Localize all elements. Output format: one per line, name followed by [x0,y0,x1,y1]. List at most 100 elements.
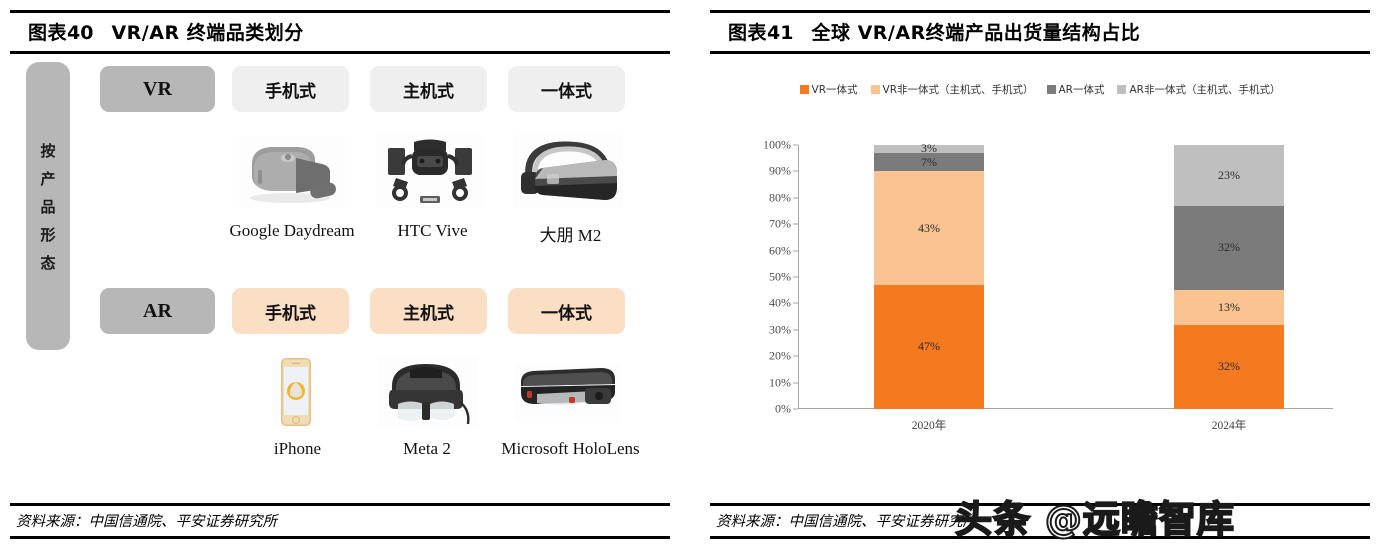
legend-swatch-1 [870,85,880,94]
y-tick-90: 90% [769,163,791,178]
bar-2020-seg-vr-tethered: 43% [874,171,984,285]
bar-2024-seg-vr-tethered: 13% [1174,290,1284,325]
chart-plot-area: 0% 10% 20% 30% 40% 50% 60% 70% 80% 90% 1… [763,138,1333,432]
bar-2024-seg-vr-standalone: 32% [1174,324,1284,409]
report-page: 图表40 VR/AR 终端品类划分 按 产 品 形 态 VR 手机式 主机式 一体… [0,0,1379,545]
bar-2020[interactable]: 47% 43% 7% 3% [874,141,984,409]
footer-rule-bottom [10,536,670,539]
legend-swatch-0 [799,85,809,94]
legend-item-0: VR一体式 [799,82,858,97]
vr-headset-daydream-icon [250,147,336,203]
figure-40-title: 图表40 VR/AR 终端品类划分 [10,13,670,51]
product-photo-google-daydream [238,136,346,208]
y-tick-60: 60% [769,243,791,258]
figure-40-header: 图表40 VR/AR 终端品类划分 [10,10,670,54]
figure-41-panel: 图表41 全球 VR/AR终端产品出货量结构占比 VR一体式 VR非一体式（主机式… [710,0,1370,545]
side-label-char-4: 态 [40,253,56,272]
y-tick-30: 30% [769,322,791,337]
legend-item-3: AR非一体式（主机式、手机式） [1117,82,1280,97]
side-label-char-0: 按 [40,141,56,160]
y-tick-80: 80% [769,190,791,205]
product-photo-htc-vive [376,134,484,208]
footer-rule-bottom-right [710,536,1370,539]
y-tick-mark-10 [793,382,798,384]
product-photo-meta-2 [378,356,478,428]
caption-microsoft-hololens: Microsoft HoloLens [501,439,640,458]
y-tick-40: 40% [769,295,791,310]
legend-item-1: VR非一体式（主机式、手机式） [870,82,1034,97]
y-tick-mark-40 [793,302,798,304]
legend-item-2: AR一体式 [1046,82,1105,97]
figure-40-source: 资料来源：中国信通院、平安证券研究所 [16,514,277,530]
y-tick-70: 70% [769,216,791,231]
vr-headset-vive-icon [388,139,472,203]
y-tick-10: 10% [769,375,791,390]
bar-2024-seg-ar-tethered: 23% [1174,145,1284,206]
y-tick-mark-30 [793,329,798,331]
y-tick-20: 20% [769,348,791,363]
product-photo-microsoft-hololens [515,364,620,422]
chip-ar-phone-based: 手机式 [232,288,349,334]
y-tick-mark-0 [793,408,798,410]
y-tick-mark-70 [793,223,798,225]
y-tick-mark-20 [793,355,798,357]
ar-headset-hololens-icon [521,368,615,405]
y-tick-mark-80 [793,197,798,199]
vr-headset-dapeng-icon [521,141,617,200]
chip-vr-console-based: 主机式 [370,66,487,112]
caption-google-daydream: Google Daydream [229,221,355,240]
chart-legend: VR一体式 VR非一体式（主机式、手机式） AR一体式 AR非一体式（主机式、手… [710,82,1370,97]
product-category-table: 按 产 品 形 态 VR 手机式 主机式 一体式 Google Daydream… [10,56,670,478]
y-tick-mark-100 [793,144,798,146]
side-label-by-product-form: 按 产 品 形 态 [26,62,70,350]
chip-vr-standalone: 一体式 [508,66,625,112]
figure-41-title-text: 全球 VR/AR终端产品出货量结构占比 [811,22,1141,44]
caption-meta-2: Meta 2 [403,439,451,458]
product-photo-iphone [272,356,320,428]
legend-swatch-3 [1117,85,1127,94]
figure-40-number: 40 [67,22,94,44]
y-tick-mark-60 [793,250,798,252]
bar-2020-seg-vr-standalone: 47% [874,284,984,409]
caption-htc-vive: HTC Vive [397,221,468,240]
chip-vr-phone-based: 手机式 [232,66,349,112]
caption-iphone: iPhone [273,439,322,458]
y-tick-100: 100% [763,137,791,152]
y-tick-mark-50 [793,276,798,278]
ar-headset-meta2-icon [389,364,470,425]
y-tick-mark-90 [793,170,798,172]
shipment-structure-chart: VR一体式 VR非一体式（主机式、手机式） AR一体式 AR非一体式（主机式、手… [710,56,1370,476]
figure-40-title-text: VR/AR 终端品类划分 [111,22,304,44]
figure-40-footer: 资料来源：中国信通院、平安证券研究所 [10,503,670,539]
x-label-2024: 2024年 [1211,420,1247,432]
bar-2024-seg-ar-standalone: 32% [1174,205,1284,291]
legend-swatch-2 [1046,85,1056,94]
legend-label-3: AR非一体式（主机式、手机式） [1129,84,1281,96]
header-rule-bottom-right [710,51,1370,54]
bar-2020-seg-ar-tethered: 3% [874,141,984,155]
figure-41-label: 图表 [728,22,768,44]
side-label-char-2: 品 [40,197,56,216]
y-tick-0: 0% [775,401,791,416]
figure-41-number: 41 [767,22,794,44]
legend-label-1: VR非一体式（主机式、手机式） [882,84,1034,96]
header-rule-bottom [10,51,670,54]
legend-label-2: AR一体式 [1058,84,1105,96]
bar-2024[interactable]: 32% 13% 32% 23% [1174,145,1284,409]
side-label-char-1: 产 [40,169,56,188]
chip-ar-standalone: 一体式 [508,288,625,334]
x-label-2020: 2020年 [911,420,947,432]
y-tick-50: 50% [769,269,791,284]
row-head-ar: AR [100,288,215,334]
smartphone-iphone-icon [281,358,311,426]
figure-41-title: 图表41 全球 VR/AR终端产品出货量结构占比 [710,13,1370,51]
caption-dapeng-m2: 大朋 M2 [539,226,602,245]
row-head-vr: VR [100,66,215,112]
figure-41-source: 资料来源：中国信通院、平安证券研究所 [716,514,977,530]
figure-41-footer: 资料来源：中国信通院、平安证券研究所 头条 @远瞻智库 [710,500,1370,539]
y-axis [798,145,799,409]
figure-40-label: 图表 [28,22,68,44]
product-photo-dapeng-m2 [513,134,623,208]
figure-41-header: 图表41 全球 VR/AR终端产品出货量结构占比 [710,10,1370,54]
chip-ar-console-based: 主机式 [370,288,487,334]
